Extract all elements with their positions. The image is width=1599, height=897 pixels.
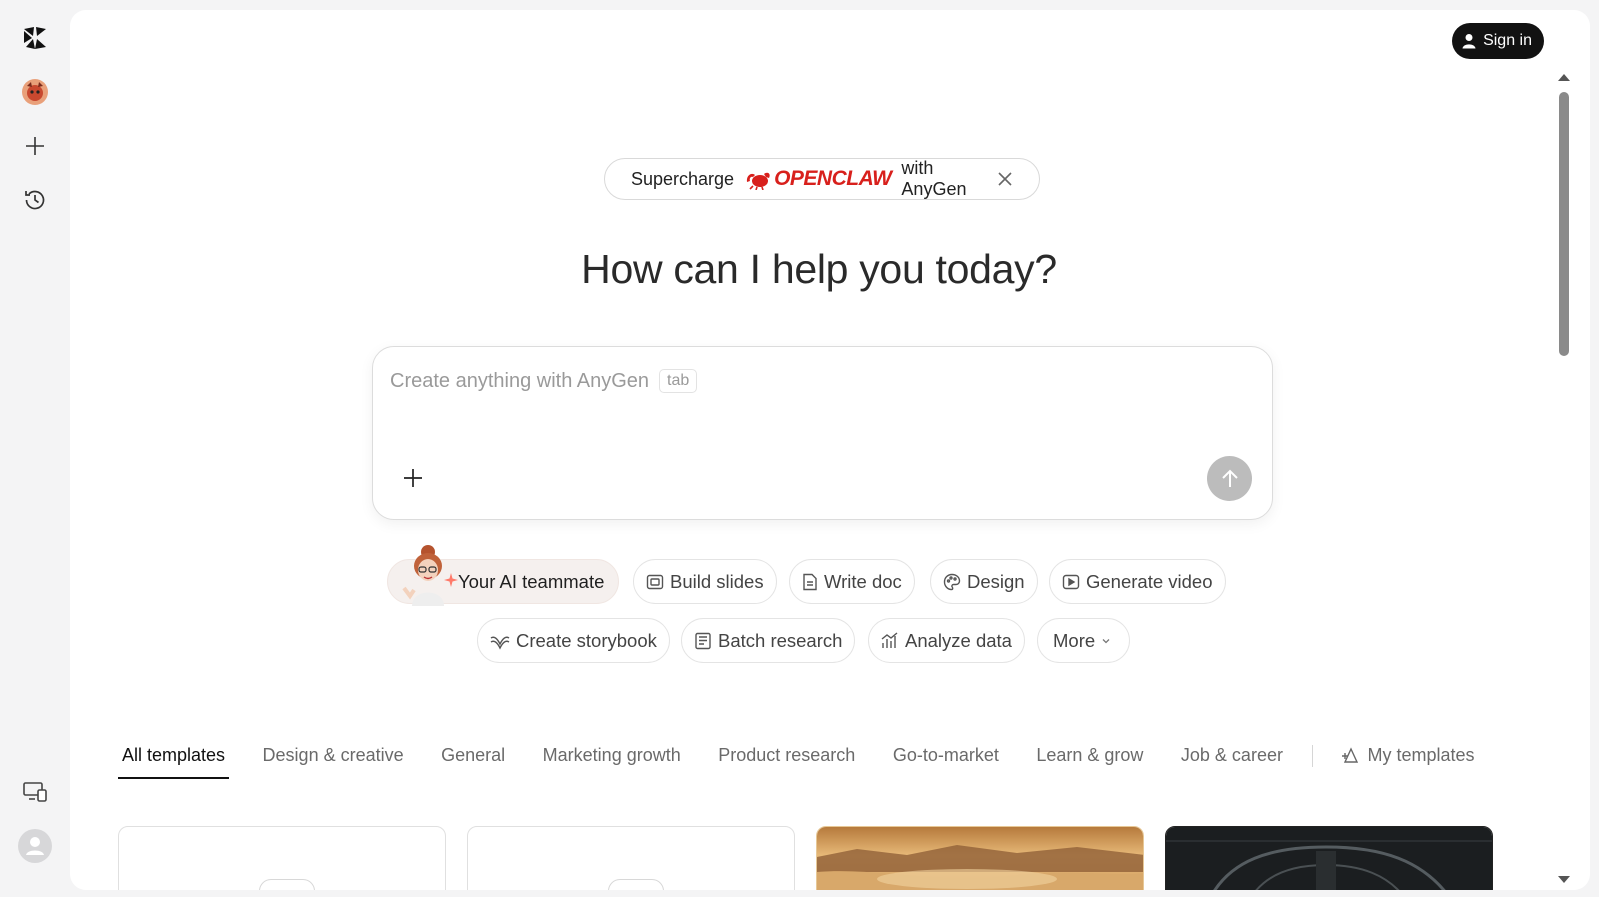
bar-chart-icon xyxy=(881,631,898,648)
promo-prefix: Supercharge xyxy=(631,168,735,189)
history-clock-icon[interactable] xyxy=(15,180,55,220)
devices-icon[interactable] xyxy=(15,772,55,812)
storybook-icon xyxy=(490,636,510,650)
palette-icon xyxy=(943,573,961,590)
tab-go-to-market[interactable]: Go-to-market xyxy=(889,743,1003,776)
sparkle-icon xyxy=(444,573,458,587)
sign-in-label: Sign in xyxy=(1483,32,1532,49)
tab-job-career[interactable]: Job & career xyxy=(1177,743,1287,776)
prompt-input[interactable]: Create anything with AnyGen tab xyxy=(390,369,698,393)
dark-architecture-thumbnail xyxy=(1166,827,1492,890)
card-thumbnail-placeholder xyxy=(608,879,664,890)
design-label: Design xyxy=(967,570,1025,592)
tab-design-creative[interactable]: Design & creative xyxy=(259,743,408,776)
person-icon xyxy=(1462,34,1476,49)
sign-in-button[interactable]: Sign in xyxy=(1452,23,1544,59)
tab-product-research[interactable]: Product research xyxy=(714,743,859,776)
promo-banner[interactable]: Supercharge OPENCLAW with AnyGen xyxy=(604,158,1040,200)
document-icon xyxy=(803,573,817,590)
profile-icon[interactable] xyxy=(15,826,55,866)
close-icon[interactable] xyxy=(997,171,1013,187)
openclaw-logo: OPENCLAW xyxy=(744,167,892,191)
create-storybook-chip[interactable]: Create storybook xyxy=(477,618,670,663)
my-templates-label: My templates xyxy=(1367,745,1475,765)
write-doc-chip[interactable]: Write doc xyxy=(789,559,915,604)
scroll-down-arrow[interactable] xyxy=(1558,876,1570,883)
template-card[interactable] xyxy=(816,826,1144,890)
prompt-placeholder: Create anything with AnyGen xyxy=(390,369,650,392)
page-title: How can I help you today? xyxy=(581,246,1057,292)
video-play-icon xyxy=(1062,574,1080,589)
ai-teammate-label: Your AI teammate xyxy=(458,570,605,592)
logo-icon[interactable] xyxy=(15,18,55,58)
analyze-data-label: Analyze data xyxy=(905,629,1012,651)
arrow-up-icon xyxy=(1221,469,1238,487)
tab-general[interactable]: General xyxy=(437,743,509,776)
tab-marketing-growth[interactable]: Marketing growth xyxy=(539,743,685,776)
attach-plus-button[interactable] xyxy=(399,464,427,492)
create-storybook-label: Create storybook xyxy=(516,629,657,651)
build-slides-label: Build slides xyxy=(670,570,764,592)
tab-all-templates[interactable]: All templates xyxy=(118,743,230,779)
scrollbar-thumb[interactable] xyxy=(1559,92,1569,356)
card-thumbnail-placeholder xyxy=(259,879,315,890)
prompt-composer[interactable]: Create anything with AnyGen tab xyxy=(372,346,1273,520)
desert-landscape-thumbnail xyxy=(817,827,1143,890)
new-chat-plus-icon[interactable] xyxy=(15,126,55,166)
lobster-icon xyxy=(746,172,770,190)
generate-video-chip[interactable]: Generate video xyxy=(1049,559,1226,604)
tab-learn-grow[interactable]: Learn & grow xyxy=(1032,743,1147,776)
promo-brand: OPENCLAW xyxy=(774,167,892,190)
write-doc-label: Write doc xyxy=(824,570,902,592)
main-panel: Sign in Supercharge OPENCLAW with AnyGen… xyxy=(70,10,1590,890)
scroll-up-arrow[interactable] xyxy=(1558,74,1570,81)
template-tabs: All templates Design & creative General … xyxy=(118,743,1508,783)
template-card[interactable] xyxy=(1165,826,1493,890)
design-chip[interactable]: Design xyxy=(930,559,1038,604)
batch-research-chip[interactable]: Batch research xyxy=(681,618,856,663)
chevron-down-icon xyxy=(1102,638,1110,643)
my-templates-icon xyxy=(1342,746,1359,763)
template-card[interactable] xyxy=(118,826,446,890)
build-slides-chip[interactable]: Build slides xyxy=(633,559,777,604)
template-card[interactable] xyxy=(467,826,795,890)
sidebar xyxy=(0,0,70,897)
tab-key-hint: tab xyxy=(659,369,698,393)
research-list-icon xyxy=(695,632,711,649)
tab-divider xyxy=(1312,745,1314,767)
send-button[interactable] xyxy=(1207,456,1252,501)
user-avatar-icon[interactable] xyxy=(15,72,55,112)
ai-teammate-chip[interactable]: Your AI teammate xyxy=(387,545,620,606)
batch-research-label: Batch research xyxy=(718,629,843,651)
generate-video-label: Generate video xyxy=(1086,570,1213,592)
promo-suffix: with AnyGen xyxy=(901,158,967,199)
plus-icon xyxy=(404,469,422,487)
more-label: More xyxy=(1053,629,1096,651)
more-dropdown[interactable]: More xyxy=(1037,618,1131,663)
tab-my-templates[interactable]: My templates xyxy=(1337,743,1478,776)
analyze-data-chip[interactable]: Analyze data xyxy=(868,618,1025,663)
slides-icon xyxy=(646,574,664,589)
